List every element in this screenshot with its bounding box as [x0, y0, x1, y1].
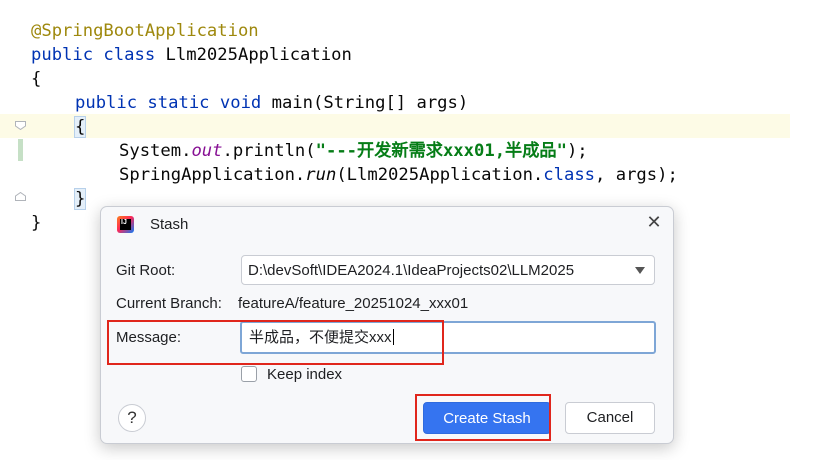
- fold-collapse-icon[interactable]: [15, 121, 26, 130]
- keyword-text: public class: [31, 45, 156, 65]
- intellij-logo-icon: IJ: [117, 216, 134, 233]
- string-literal: "---开发新需求xxx01,半成品": [315, 141, 567, 161]
- create-stash-button[interactable]: Create Stash: [423, 402, 551, 434]
- code-line-class-decl: public class Llm2025Application: [31, 43, 352, 67]
- current-line-highlight: [0, 114, 790, 138]
- code-line-println: System.out.println("---开发新需求xxx01,半成品");: [119, 139, 588, 163]
- matched-brace: {: [73, 116, 87, 138]
- code-text: System.: [119, 141, 192, 161]
- git-root-label: Git Root:: [116, 262, 176, 279]
- keep-index-label[interactable]: Keep index: [267, 366, 342, 384]
- code-line-run: SpringApplication.run(Llm2025Application…: [119, 163, 678, 187]
- code-text: .println(: [222, 141, 316, 161]
- chevron-down-icon[interactable]: [635, 267, 645, 274]
- stash-dialog: IJ Stash ✕ Git Root: D:\devSoft\IDEA2024…: [100, 206, 674, 444]
- code-text: SpringApplication.: [119, 165, 306, 185]
- text-cursor: [392, 329, 394, 345]
- code-text: , args);: [595, 165, 678, 185]
- matched-brace: }: [73, 188, 87, 210]
- keep-index-checkbox[interactable]: [241, 366, 257, 382]
- method-text: run: [305, 165, 337, 185]
- dialog-title: Stash: [150, 216, 189, 233]
- message-input[interactable]: 半成品，不便提交xxx: [240, 321, 656, 354]
- keyword-text: class: [543, 165, 596, 185]
- current-branch-value: featureA/feature_20251024_xxx01: [238, 295, 469, 312]
- message-label: Message:: [116, 329, 182, 346]
- fold-end-icon[interactable]: [15, 192, 26, 201]
- git-root-value: D:\devSoft\IDEA2024.1\IdeaProjects02\LLM…: [248, 262, 575, 279]
- class-name-text: Llm2025Application: [155, 45, 352, 65]
- code-line-main-decl: public static void main(String[] args): [75, 91, 468, 115]
- current-branch-label: Current Branch:: [116, 295, 222, 312]
- code-text: (Llm2025Application.: [336, 165, 544, 185]
- message-value: 半成品，不便提交xxx: [249, 329, 394, 347]
- field-text: out: [191, 141, 223, 161]
- help-icon[interactable]: ?: [118, 404, 146, 432]
- code-line-open-brace: {: [31, 69, 42, 89]
- method-signature-text: main(String[] args): [261, 93, 469, 113]
- git-root-select[interactable]: D:\devSoft\IDEA2024.1\IdeaProjects02\LLM…: [241, 255, 655, 285]
- code-text: );: [566, 141, 588, 161]
- code-line-class-close-brace: }: [31, 213, 42, 233]
- close-icon[interactable]: ✕: [643, 211, 665, 233]
- message-text: 半成品，不便提交xxx: [249, 329, 392, 346]
- vcs-change-marker[interactable]: [18, 139, 23, 161]
- code-line-annotation: @SpringBootApplication: [31, 21, 259, 41]
- cancel-button[interactable]: Cancel: [565, 402, 655, 434]
- code-line-method-close-brace: }: [73, 187, 87, 211]
- keyword-text: public static void: [75, 93, 262, 113]
- code-line-method-open-brace: {: [73, 115, 87, 139]
